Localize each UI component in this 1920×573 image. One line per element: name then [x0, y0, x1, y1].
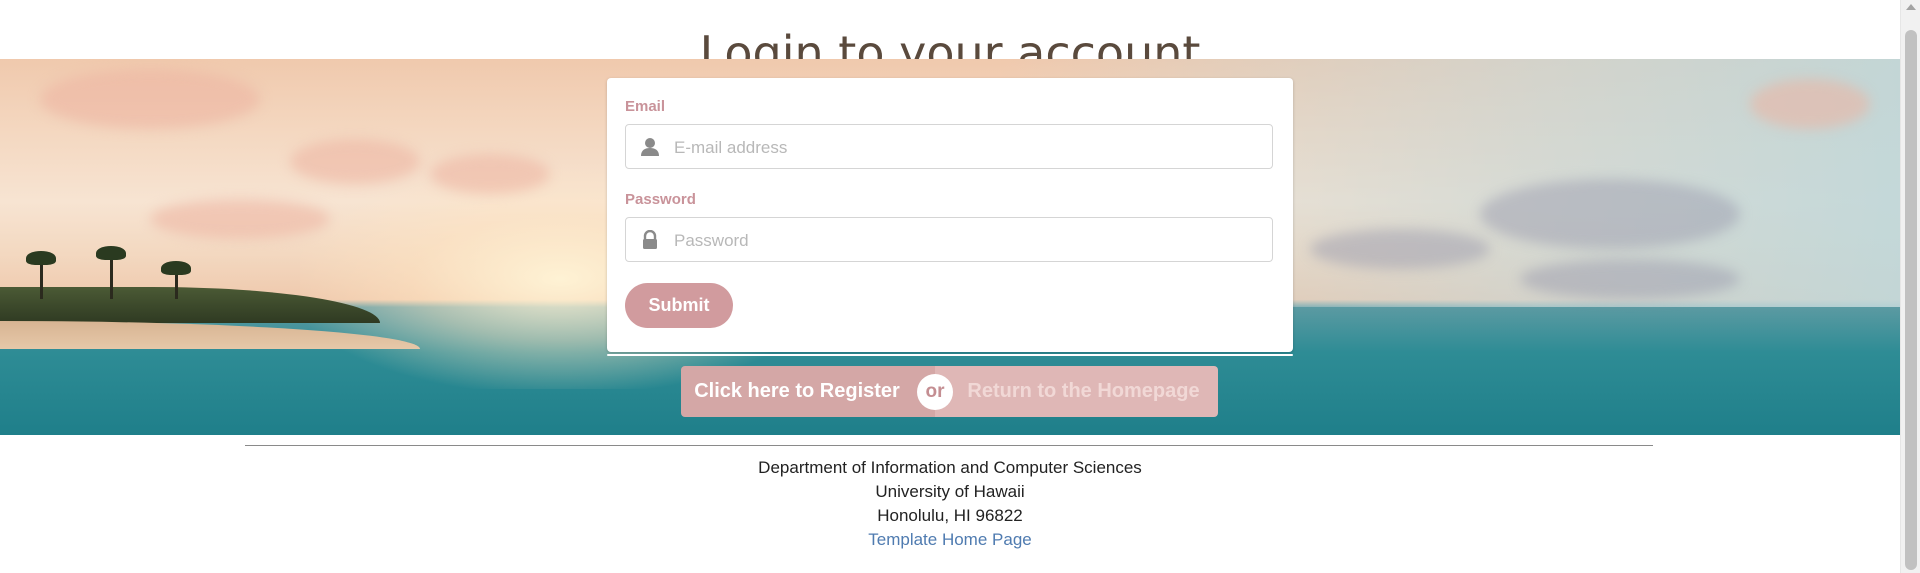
scrollbar-thumb[interactable]: [1905, 30, 1917, 570]
footer-department: Department of Information and Computer S…: [758, 458, 1142, 477]
footer-university: University of Hawaii: [875, 482, 1025, 501]
register-button[interactable]: Click here to Register: [681, 366, 935, 417]
footer-address: Honolulu, HI 96822: [877, 506, 1023, 525]
password-field-wrapper: [625, 217, 1273, 263]
palm-tree: [96, 246, 126, 299]
password-label: Password: [625, 191, 696, 208]
email-input[interactable]: [672, 125, 1266, 170]
scroll-up-arrow-icon[interactable]: [1906, 4, 1916, 10]
email-label: Email: [625, 98, 666, 115]
palm-tree: [161, 261, 191, 299]
cloud: [1520, 259, 1740, 299]
footer: Department of Information and Computer S…: [0, 456, 1900, 552]
or-divider-badge: or: [917, 374, 953, 410]
submit-button[interactable]: Submit: [625, 283, 733, 328]
action-button-group: Click here to Register or Return to the …: [681, 366, 1218, 417]
palm-tree: [26, 251, 56, 299]
cloud: [1480, 179, 1740, 249]
cloud: [40, 69, 260, 129]
template-home-link[interactable]: Template Home Page: [868, 530, 1031, 549]
cloud: [150, 199, 330, 239]
password-input[interactable]: [672, 218, 1266, 263]
cloud: [1310, 229, 1490, 269]
lock-icon: [640, 229, 660, 250]
cloud: [290, 139, 420, 184]
vertical-scrollbar[interactable]: [1900, 0, 1920, 573]
cloud: [430, 154, 550, 194]
login-card: Email Password Submit: [607, 78, 1293, 356]
footer-divider: [245, 445, 1653, 446]
cloud: [1750, 79, 1870, 129]
return-homepage-button[interactable]: Return to the Homepage: [935, 366, 1218, 417]
user-icon: [640, 137, 660, 157]
email-field-wrapper: [625, 124, 1273, 170]
